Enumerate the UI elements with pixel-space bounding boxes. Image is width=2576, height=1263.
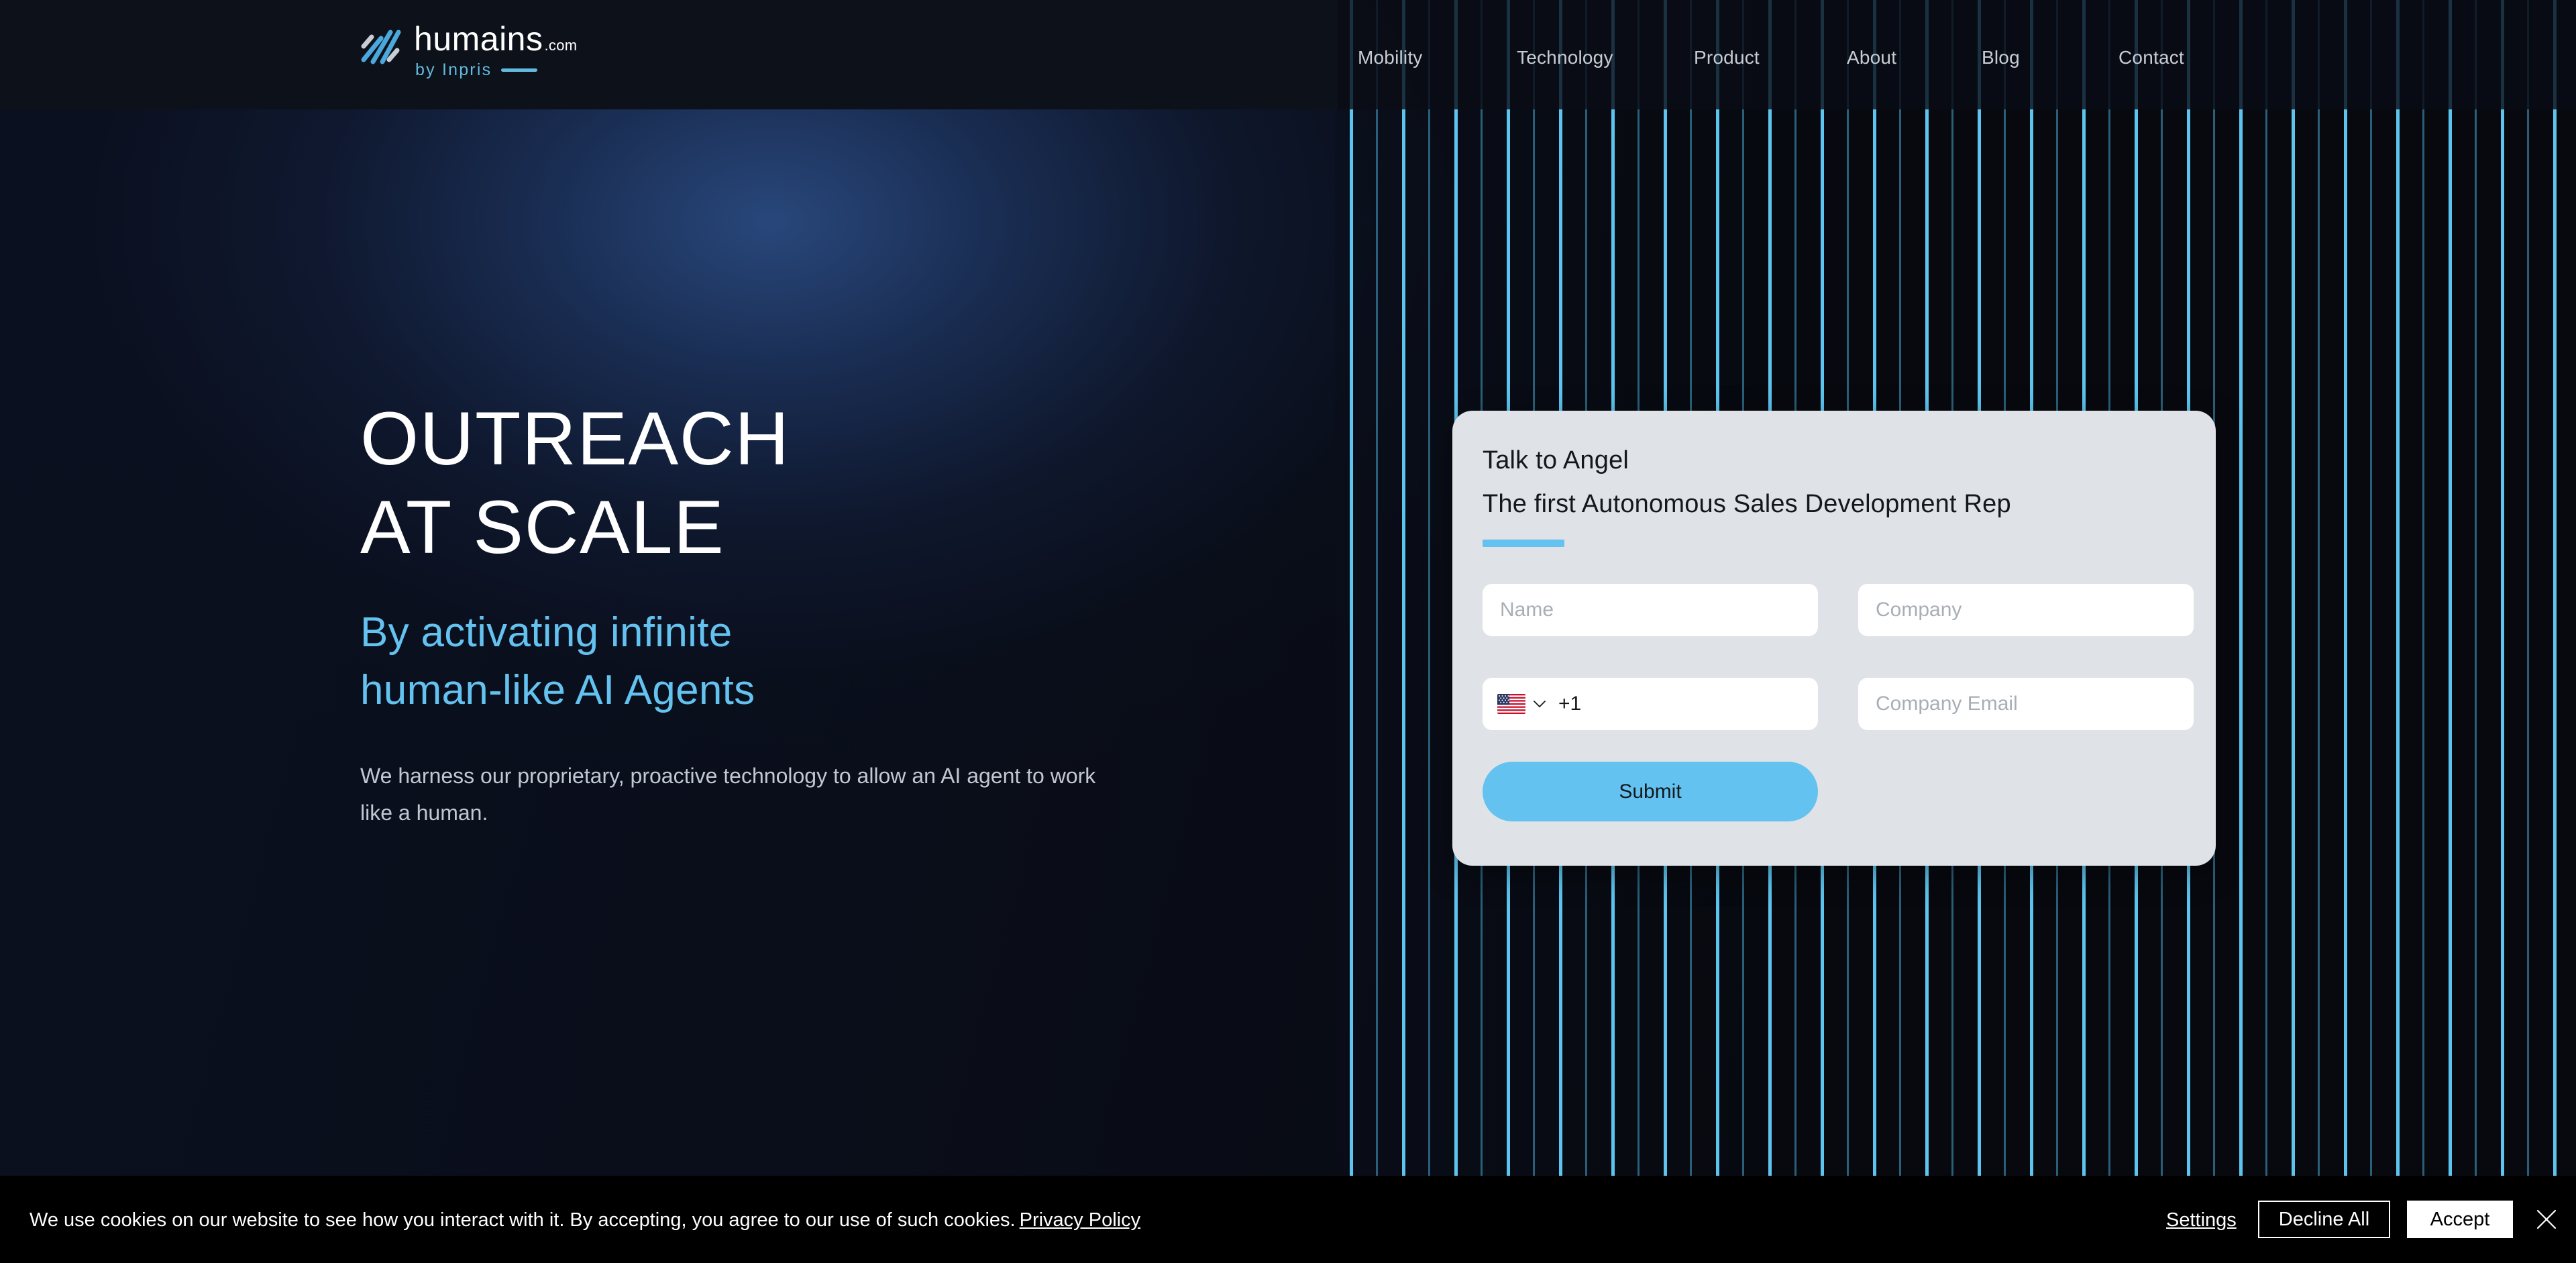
hero-subheadline: By activating infinite human-like AI Age…	[360, 604, 1112, 719]
logo-tld: .com	[544, 37, 578, 54]
us-flag-icon	[1497, 694, 1525, 714]
headline-line-1: OUTREACH	[360, 397, 790, 481]
vertical-line	[2527, 0, 2529, 1176]
vertical-line	[1428, 0, 1430, 1176]
vertical-line	[2292, 0, 2295, 1176]
subheadline-line-2: human-like AI Agents	[360, 666, 755, 713]
contact-form-card: Talk to Angel The first Autonomous Sales…	[1452, 411, 2216, 866]
vertical-line	[2318, 0, 2320, 1176]
vertical-line	[2475, 0, 2477, 1176]
phone-dial-code: +1	[1558, 693, 1582, 715]
logo-wordmark: humains .com	[414, 22, 577, 56]
logo-brand-name: humains	[414, 20, 543, 58]
nav-item-product[interactable]: Product	[1694, 47, 1760, 68]
diagonal-slashes-logo-mark	[361, 30, 401, 64]
nav-item-technology[interactable]: Technology	[1517, 47, 1613, 68]
logo-tagline-row: by Inpris	[415, 60, 577, 80]
vertical-line	[2449, 0, 2452, 1176]
close-icon[interactable]	[2535, 1208, 2558, 1231]
privacy-policy-link[interactable]: Privacy Policy	[1020, 1209, 1141, 1231]
vertical-line	[2553, 0, 2557, 1176]
page-title: OUTREACH AT SCALE	[360, 395, 1112, 572]
logo-tagline: by Inpris	[415, 60, 492, 79]
form-subtitle: The first Autonomous Sales Development R…	[1483, 490, 2011, 518]
company-input[interactable]	[1858, 584, 2194, 636]
nav-item-contact[interactable]: Contact	[2118, 47, 2184, 68]
cookie-consent-banner: We use cookies on our website to see how…	[0, 1176, 2576, 1263]
decline-all-button[interactable]: Decline All	[2258, 1201, 2390, 1238]
subheadline-line-1: By activating infinite	[360, 609, 733, 656]
name-input[interactable]	[1483, 584, 1818, 636]
phone-country-selector[interactable]: +1	[1483, 678, 1818, 730]
vertical-line	[2239, 0, 2243, 1176]
form-title: Talk to Angel	[1483, 446, 1629, 474]
cookie-settings-link[interactable]: Settings	[2166, 1209, 2237, 1231]
vertical-line	[2396, 0, 2400, 1176]
vertical-line	[2370, 0, 2372, 1176]
nav-item-about[interactable]: About	[1847, 47, 1896, 68]
vertical-line	[2422, 0, 2424, 1176]
vertical-line	[2501, 0, 2504, 1176]
vertical-line	[2344, 0, 2347, 1176]
form-accent-bar	[1483, 540, 1564, 547]
hero-content: OUTREACH AT SCALE By activating infinite…	[360, 395, 1112, 831]
nav-item-blog[interactable]: Blog	[1982, 47, 2020, 68]
chevron-down-icon	[1534, 701, 1546, 707]
vertical-line	[1402, 0, 1405, 1176]
headline-line-2: AT SCALE	[360, 485, 725, 570]
logo-text: humains .com by Inpris	[414, 22, 577, 80]
site-header: humains .com by Inpris Mobility Technolog…	[0, 0, 2576, 109]
header-background	[0, 0, 1338, 109]
hero-body-text: We harness our proprietary, proactive te…	[360, 764, 1096, 825]
cookie-message: We use cookies on our website to see how…	[30, 1209, 1016, 1231]
vertical-line	[2265, 0, 2267, 1176]
logo-dash	[501, 68, 538, 72]
accept-button[interactable]: Accept	[2407, 1201, 2513, 1238]
cookie-message-row: We use cookies on our website to see how…	[30, 1209, 1140, 1231]
submit-button[interactable]: Submit	[1483, 762, 1818, 821]
company-email-input[interactable]	[1858, 678, 2194, 730]
vertical-line	[1350, 0, 1353, 1176]
main-navigation: Mobility Technology Product About Blog Contac…	[1335, 0, 2576, 109]
page-root: humains .com by Inpris Mobility Technolog…	[0, 0, 2576, 1263]
site-logo[interactable]: humains .com by Inpris	[358, 22, 577, 80]
nav-item-mobility[interactable]: Mobility	[1358, 47, 1423, 68]
vertical-line	[1376, 0, 1378, 1176]
